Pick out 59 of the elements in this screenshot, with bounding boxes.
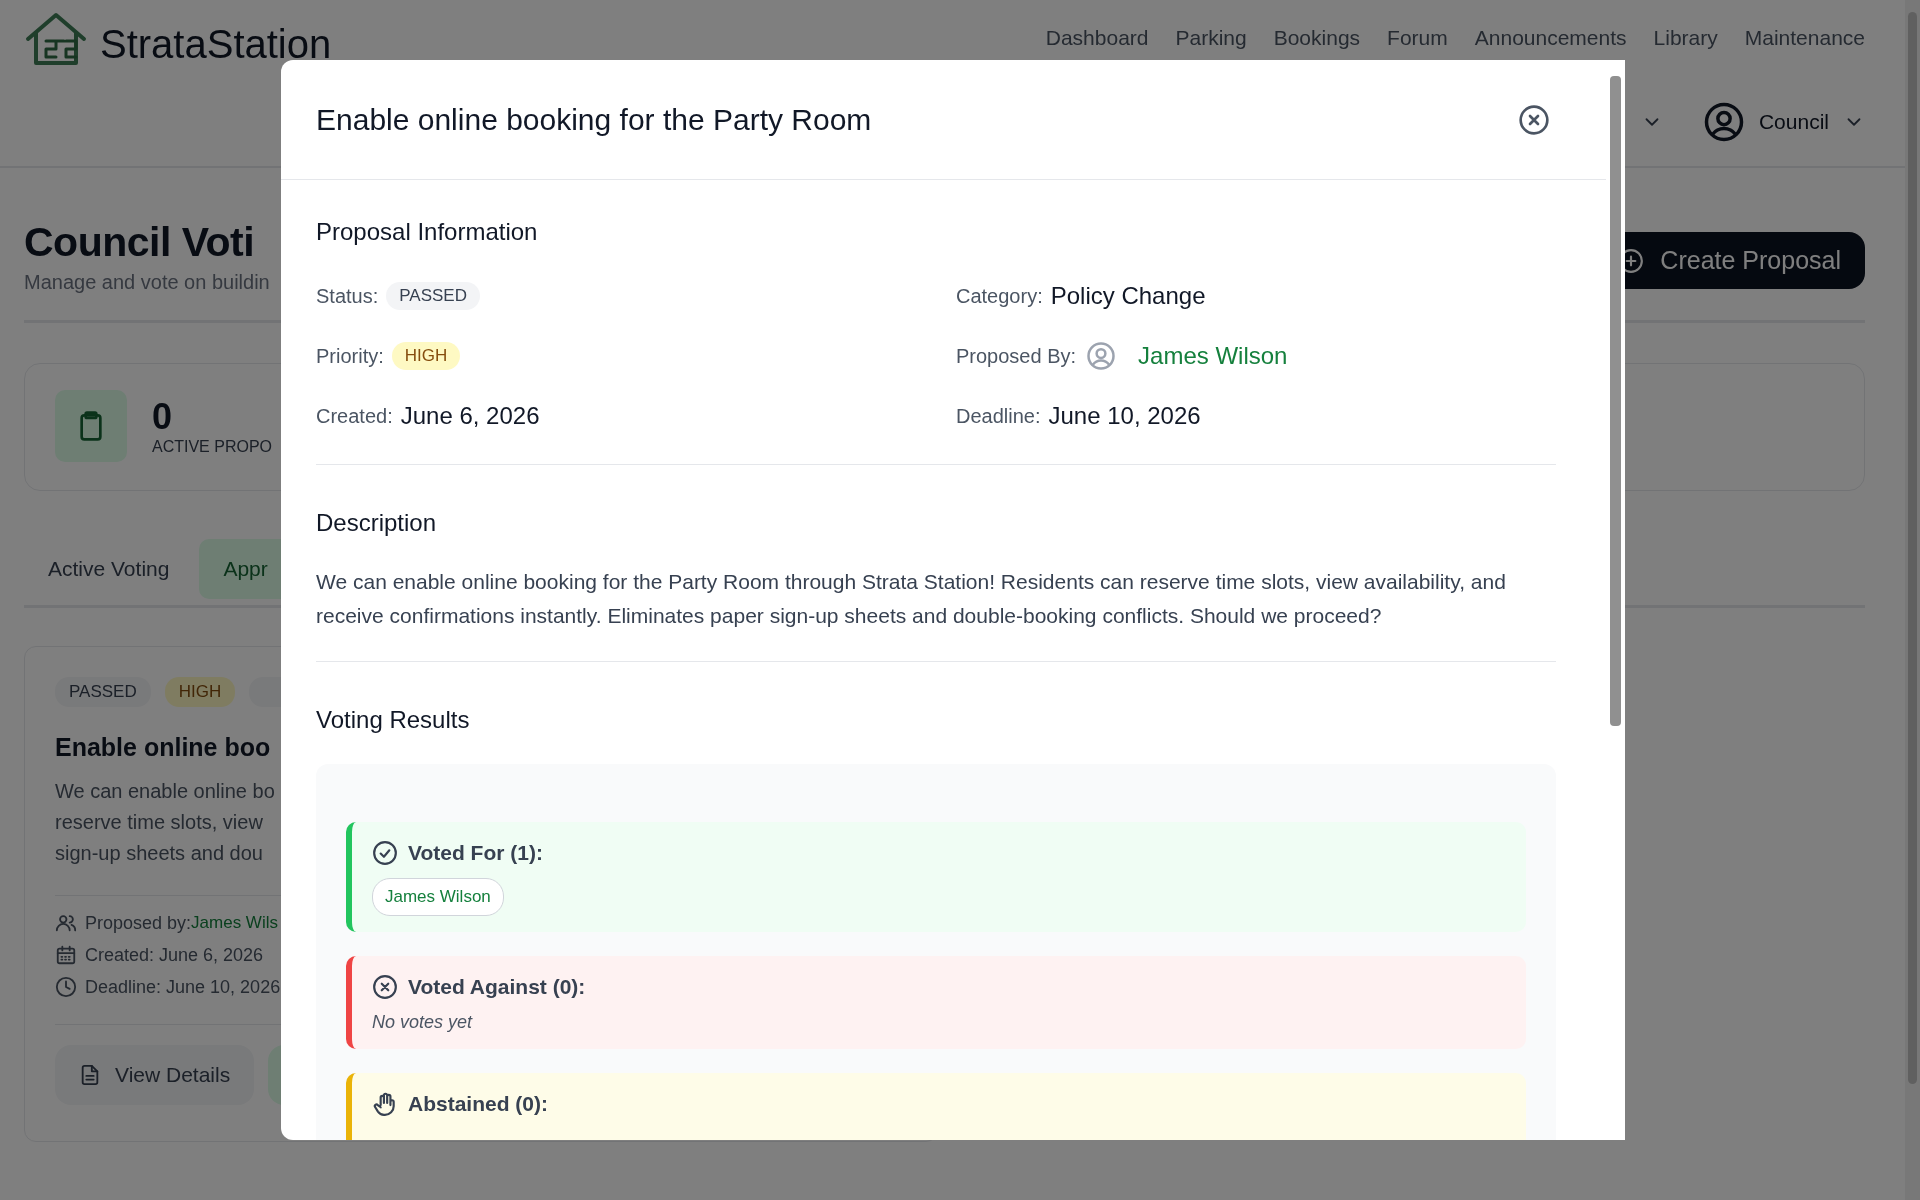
field-label: Priority:	[316, 344, 384, 368]
calendar-icon	[55, 944, 77, 967]
nav-link[interactable]: Dashboard	[1045, 26, 1149, 50]
page-scrollbar[interactable]	[1905, 0, 1920, 1200]
page-subtitle: Manage and vote on buildin	[24, 271, 270, 295]
modal-title: Enable online booking for the Party Room	[316, 102, 872, 137]
section-heading: Description	[316, 509, 438, 537]
description-line: sign-up sheets and dou	[55, 841, 263, 867]
nav-link[interactable]: Parking	[1175, 26, 1247, 50]
close-button[interactable]	[1518, 103, 1550, 136]
meta-text: Deadline: June 10, 2026	[85, 976, 281, 998]
field-label: Proposed By:	[956, 344, 1077, 368]
nav-link[interactable]: Bookings	[1273, 26, 1361, 50]
description-line: reserve time slots, view	[55, 810, 263, 836]
meta-text: Created: June 6, 2026	[85, 944, 264, 966]
nav-link[interactable]: Maintenance	[1744, 26, 1865, 50]
vote-group-title: Voted For (1):	[408, 841, 543, 865]
field-label: Category:	[956, 284, 1043, 308]
proposer-link[interactable]: James Wils	[191, 913, 278, 934]
field-value: Policy Change	[1050, 282, 1206, 310]
meta-text: Proposed by:	[85, 912, 192, 934]
hand-icon	[372, 1091, 398, 1117]
page-title: Council Voti	[24, 220, 256, 266]
logo-icon	[24, 11, 88, 67]
priority-badge: HIGH	[391, 342, 461, 370]
section-heading: Proposal Information	[316, 218, 539, 246]
user-menu[interactable]: Council	[1702, 101, 1865, 143]
document-icon	[79, 1064, 101, 1087]
voter-chip: James Wilson	[372, 878, 504, 916]
badge: HIGH	[164, 677, 236, 708]
check-circle-icon	[372, 840, 398, 866]
user-icon	[1702, 101, 1745, 143]
nav-link[interactable]: Library	[1653, 26, 1718, 50]
proposer-link[interactable]: James Wilson	[1138, 342, 1288, 370]
nav-link[interactable]: Forum	[1387, 26, 1448, 50]
avatar-icon	[1086, 341, 1117, 371]
close-icon	[1518, 103, 1550, 136]
proposal-title: Enable online boo	[55, 733, 272, 763]
field-label: Deadline:	[956, 404, 1041, 428]
description-line: We can enable online bo	[55, 779, 275, 805]
x-circle-icon	[372, 974, 398, 1000]
view-details-button[interactable]: View Details	[55, 1045, 255, 1106]
logo-text: StrataStation	[100, 21, 332, 67]
badge: PASSED	[55, 677, 151, 708]
field-value: June 10, 2026	[1048, 402, 1201, 430]
status-badge: PASSED	[386, 282, 480, 310]
description-text: We can enable online booking for the Party Room through Strata Station! Residents can reserve time slots, view availability, and receive confirmations instantly. Eliminates paper sign-up sheets and double-booking conflicts. Should we proceed?	[316, 569, 1507, 629]
section-heading: Voting Results	[316, 706, 471, 734]
field-label: Status:	[316, 284, 379, 308]
vote-group-title: Abstained (0):	[408, 1092, 548, 1116]
nav-link[interactable]: Announcements	[1474, 26, 1627, 50]
empty-text: No votes yet	[372, 1012, 474, 1033]
stat-value: 0	[152, 396, 174, 439]
field-label: Created:	[316, 404, 393, 428]
field-value: June 6, 2026	[400, 402, 540, 430]
stat-label: ACTIVE PROPO	[152, 438, 273, 457]
vote-group-title: Voted Against (0):	[408, 975, 586, 999]
tab[interactable]: Active Voting	[48, 539, 170, 600]
clock-icon	[55, 976, 77, 999]
